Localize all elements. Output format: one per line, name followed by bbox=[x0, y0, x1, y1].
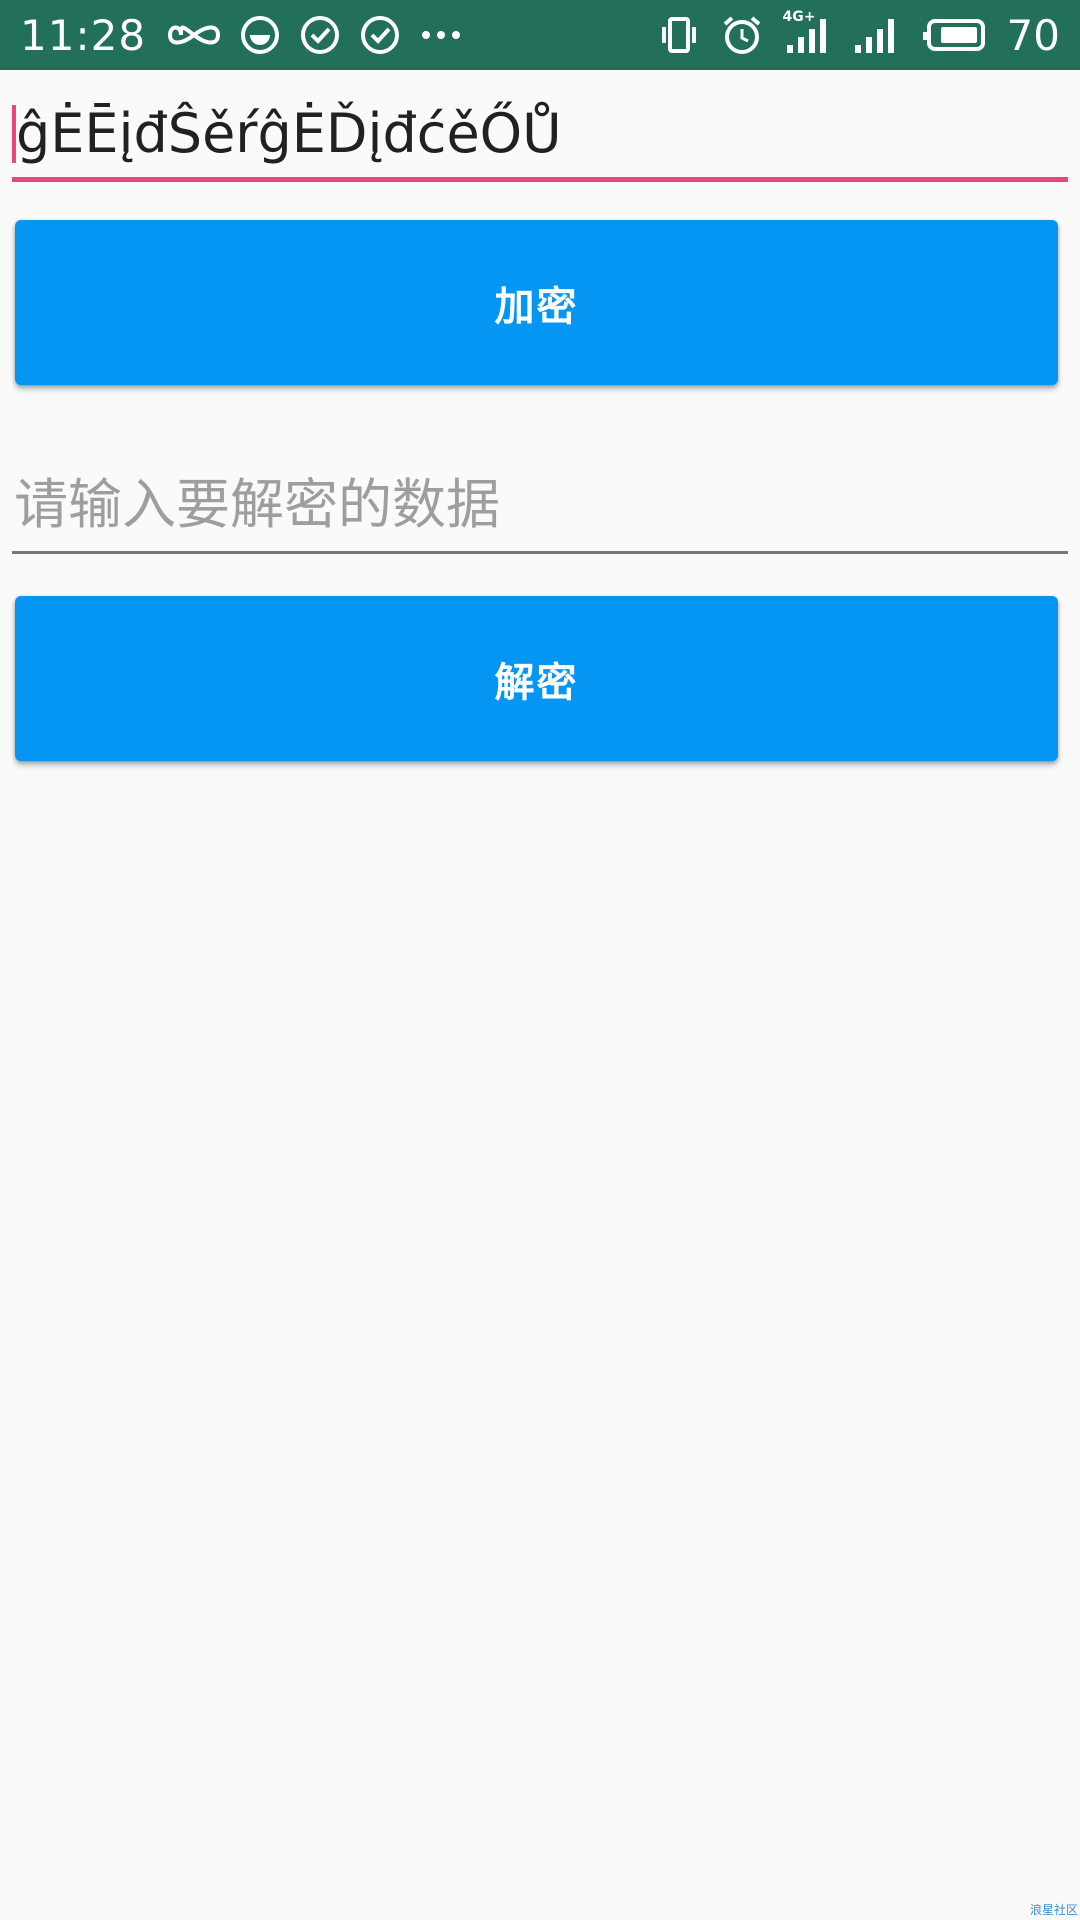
vibrate-icon bbox=[659, 15, 699, 55]
decrypt-input[interactable]: 请输入要解密的数据 bbox=[12, 470, 1068, 554]
encrypt-input-value: ĝĖĒįđŜěŕĝĖĎįđćěŐŮ bbox=[16, 102, 562, 165]
face-icon bbox=[240, 15, 280, 55]
check-circle-icon bbox=[360, 15, 400, 55]
check-circle-icon bbox=[300, 15, 340, 55]
status-bar: 11:28 4G+ 70 bbox=[0, 0, 1080, 70]
battery-icon bbox=[921, 18, 987, 52]
infinity-icon bbox=[168, 20, 221, 50]
signal-icon bbox=[853, 15, 899, 55]
signal-icon: 4G+ bbox=[783, 9, 831, 55]
alarm-icon bbox=[721, 14, 763, 56]
battery-level: 70 bbox=[1006, 10, 1060, 60]
encrypt-input[interactable]: ĝĖĒįđŜěŕĝĖĎįđćěŐŮ bbox=[12, 96, 1068, 182]
status-bar-left: 11:28 bbox=[20, 0, 482, 70]
status-bar-right: 4G+ 70 bbox=[653, 0, 1060, 70]
more-dots-icon bbox=[420, 29, 462, 41]
encrypt-button[interactable]: 加密 bbox=[15, 220, 1058, 385]
decrypt-button[interactable]: 解密 bbox=[15, 596, 1058, 761]
network-type-label: 4G+ bbox=[782, 9, 816, 25]
status-time: 11:28 bbox=[20, 10, 147, 60]
watermark: 浪星社区 bbox=[1029, 1903, 1078, 1917]
decrypt-input-placeholder: 请输入要解密的数据 bbox=[14, 473, 500, 536]
